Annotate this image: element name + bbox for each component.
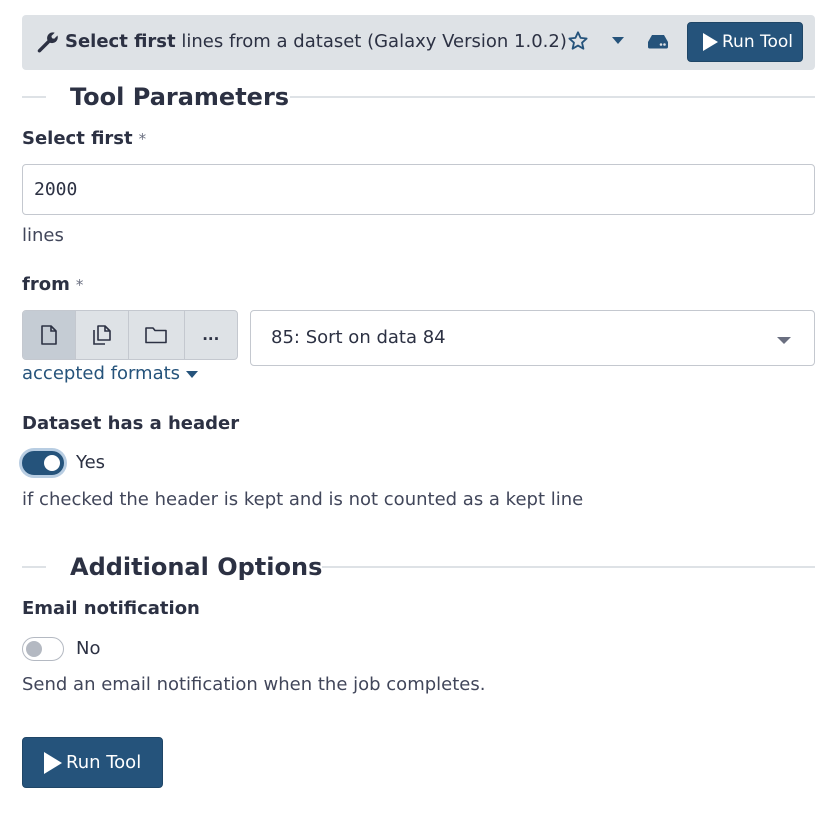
from-label-text: from	[22, 274, 70, 295]
tool-title-name: Select first	[65, 31, 176, 52]
tool-header: Select first lines from a dataset (Galax…	[22, 15, 815, 70]
email-toggle[interactable]	[22, 637, 64, 661]
select-caret-icon	[777, 337, 791, 344]
header-toggle[interactable]	[22, 451, 64, 475]
star-icon[interactable]	[567, 30, 589, 52]
section-rule-right	[322, 566, 815, 568]
section-title-tool-parameters: Tool Parameters	[70, 83, 290, 111]
storage-icon[interactable]	[647, 31, 669, 51]
section-rule-right	[290, 96, 815, 98]
play-icon	[44, 751, 62, 774]
run-tool-button-bottom[interactable]: Run Tool	[22, 737, 163, 788]
select-first-input[interactable]: 2000	[22, 164, 815, 215]
more-options-icon: ...	[202, 325, 220, 344]
select-first-label: Select first *	[22, 128, 146, 150]
header-toggle-label: Yes	[76, 452, 106, 473]
section-title-additional-options: Additional Options	[70, 553, 323, 581]
collection-button[interactable]	[129, 311, 185, 359]
header-help: if checked the header is kept and is not…	[22, 489, 584, 510]
header-label: Dataset has a header	[22, 413, 240, 434]
section-rule-left	[22, 96, 46, 98]
run-tool-button-top[interactable]: Run Tool	[687, 22, 803, 62]
select-first-label-text: Select first	[22, 128, 133, 149]
dataset-select-value: 85: Sort on data 84	[271, 327, 446, 348]
dataset-select[interactable]: 85: Sort on data 84	[250, 310, 815, 366]
accepted-formats-link[interactable]: accepted formats	[22, 363, 199, 385]
more-options-button[interactable]: ...	[185, 311, 238, 359]
accepted-formats-text: accepted formats	[22, 363, 181, 384]
required-mark: *	[75, 276, 84, 294]
required-mark: *	[138, 130, 147, 148]
select-first-help: lines	[22, 225, 64, 246]
email-toggle-label: No	[76, 638, 101, 659]
tool-title: Select first lines from a dataset (Galax…	[65, 30, 567, 54]
dataset-source-toggle: ...	[22, 310, 238, 360]
single-dataset-button[interactable]	[23, 311, 76, 359]
run-tool-label: Run Tool	[66, 752, 142, 773]
from-label: from *	[22, 274, 83, 296]
multiple-datasets-icon	[92, 325, 111, 345]
caret-down-icon[interactable]	[612, 37, 624, 45]
tool-title-version: lines from a dataset (Galaxy Version 1.0…	[175, 31, 567, 52]
play-icon	[703, 33, 718, 51]
collection-folder-icon	[145, 327, 168, 344]
section-rule-left	[22, 566, 46, 568]
toggle-knob	[26, 641, 42, 657]
multiple-datasets-button[interactable]	[76, 311, 130, 359]
toggle-knob	[44, 455, 60, 471]
single-dataset-icon	[40, 325, 57, 345]
caret-down-icon	[186, 370, 199, 378]
wrench-icon	[37, 32, 58, 53]
email-help: Send an email notification when the job …	[22, 674, 486, 695]
email-label: Email notification	[22, 598, 200, 619]
run-tool-label: Run Tool	[722, 32, 794, 52]
